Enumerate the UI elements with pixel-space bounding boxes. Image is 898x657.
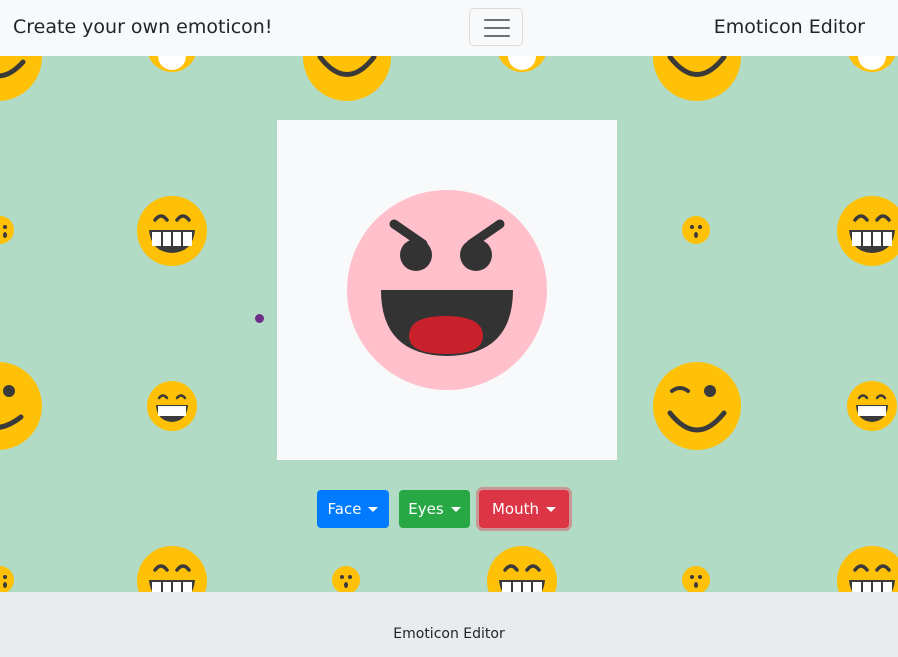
wink-emoji-icon: [0, 362, 42, 450]
grin-emoji-icon: [487, 546, 557, 592]
surprised-emoji-icon: [848, 56, 896, 72]
grin-emoji-icon: [847, 381, 897, 431]
grin-emoji-icon: [137, 196, 207, 266]
navbar: Create your own emoticon! Emoticon Edito…: [0, 0, 898, 56]
footer-text: Emoticon Editor: [393, 626, 505, 642]
caret-down-icon: [450, 507, 461, 512]
navbar-brand[interactable]: Create your own emoticon!: [13, 16, 272, 38]
surprised-emoji-icon: [682, 566, 710, 592]
surprised-emoji-icon: [0, 216, 14, 244]
grin-emoji-icon: [837, 196, 898, 266]
footer: Emoticon Editor: [0, 592, 898, 657]
mouth-dropdown-label: Mouth: [491, 500, 539, 518]
surprised-emoji-icon: [148, 56, 196, 72]
surprised-emoji-icon: [498, 56, 546, 72]
caret-down-icon: [546, 507, 556, 512]
emoticon-controls: Face Eyes Mouth: [0, 490, 898, 528]
grin-emoji-icon: [147, 381, 197, 431]
hamburger-menu-icon: [484, 27, 510, 29]
smile-emoji-icon: [653, 56, 741, 101]
wink-emoji-icon: [653, 362, 741, 450]
face-dropdown-label: Face: [327, 500, 362, 518]
mouth-dropdown-button[interactable]: Mouth: [479, 490, 569, 528]
face-dropdown-button[interactable]: Face: [317, 490, 389, 528]
surprised-emoji-icon: [332, 566, 360, 592]
navbar-toggler-button[interactable]: [469, 8, 523, 46]
hamburger-menu-icon: [484, 35, 510, 37]
caret-down-icon: [368, 507, 379, 512]
smile-emoji-icon: [0, 56, 42, 101]
grin-emoji-icon: [837, 546, 898, 592]
emoticon-canvas[interactable]: [277, 120, 617, 460]
decorative-dot: [255, 314, 264, 323]
surprised-emoji-icon: [682, 216, 710, 244]
surprised-emoji-icon: [0, 566, 14, 592]
nav-link-emoticon-editor[interactable]: Emoticon Editor: [714, 16, 865, 38]
hamburger-menu-icon: [484, 19, 510, 21]
emoticon-preview: [347, 190, 547, 390]
eyes-dropdown-label: Eyes: [408, 500, 444, 518]
eyes-dropdown-button[interactable]: Eyes: [399, 490, 470, 528]
grin-emoji-icon: [137, 546, 207, 592]
smile-emoji-icon: [303, 56, 391, 101]
